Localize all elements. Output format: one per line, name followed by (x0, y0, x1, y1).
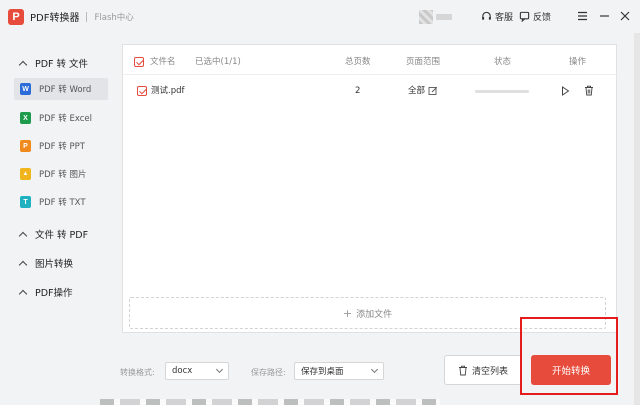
sidebar-item-pdf-to-image[interactable]: ▲ PDF 转 图片 (14, 163, 108, 185)
sidebar-item-label: PDF 转 Excel (39, 114, 92, 124)
select-all-checkbox[interactable] (134, 57, 144, 67)
header-actions: 操作 (569, 57, 587, 67)
header-file-name: 文件名 (150, 57, 176, 67)
sidebar-item-pdf-to-excel[interactable]: X PDF 转 Excel (14, 107, 108, 129)
plus-icon: + (342, 306, 353, 320)
play-icon[interactable] (561, 86, 570, 96)
menu-button[interactable] (575, 9, 589, 23)
ppt-icon: P (20, 140, 31, 152)
clear-list-label: 清空列表 (471, 366, 508, 377)
close-icon (620, 11, 630, 21)
sidebar-group-label: PDF操作 (35, 288, 73, 299)
row-page-range[interactable]: 全部 (408, 84, 425, 98)
header-divider (123, 74, 618, 75)
minimize-button[interactable] (597, 9, 611, 23)
row-file-name: 测试.pdf (151, 86, 185, 96)
header-total-pages: 总页数 (345, 57, 371, 67)
header-page-range: 页面范围 (406, 57, 441, 67)
sidebar-item-pdf-to-txt[interactable]: T PDF 转 TXT (14, 191, 108, 213)
sidebar-group-label: 文件 转 PDF (35, 230, 89, 241)
sidebar-group-label: PDF 转 文件 (35, 59, 89, 70)
chevron-up-icon (18, 289, 28, 298)
sidebar-item-pdf-to-word[interactable]: W PDF 转 Word (14, 78, 108, 100)
header-selected-count: 已选中(1/1) (195, 57, 241, 67)
trash-icon[interactable] (584, 85, 594, 96)
feedback-icon (519, 11, 530, 22)
format-select[interactable]: docx (165, 362, 229, 380)
file-list-panel: 文件名 已选中(1/1) 总页数 页面范围 状态 操作 测试.pdf 2 全部 (122, 44, 618, 333)
background-text-blur (100, 399, 440, 405)
format-value: docx (172, 366, 193, 376)
word-icon: W (20, 83, 31, 95)
sidebar-group-label: 图片转换 (35, 259, 74, 270)
window-edge-strip (634, 33, 640, 405)
highlight-box (520, 317, 618, 395)
chevron-down-icon (370, 365, 379, 374)
excel-icon: X (20, 112, 31, 124)
row-progress-bar (475, 90, 529, 93)
format-label: 转换格式: (120, 368, 155, 377)
minimize-icon (599, 15, 609, 17)
clear-list-button[interactable]: 清空列表 (444, 355, 522, 385)
save-path-select[interactable]: 保存到桌面 (294, 362, 384, 380)
headset-icon (482, 11, 491, 20)
app-subtitle: Flash中心 (94, 12, 134, 23)
chevron-down-icon (215, 365, 224, 374)
support-label: 客服 (495, 13, 514, 23)
hamburger-icon (577, 11, 587, 21)
sidebar-item-label: PDF 转 PPT (39, 142, 85, 152)
title-separator (86, 11, 88, 22)
txt-icon: T (20, 196, 31, 208)
main-area: 文件名 已选中(1/1) 总页数 页面范围 状态 操作 测试.pdf 2 全部 (112, 33, 640, 405)
row-total-pages: 2 (355, 86, 361, 96)
chevron-up-icon (18, 60, 28, 69)
add-file-label: 添加文件 (356, 309, 393, 320)
edit-icon[interactable] (428, 86, 438, 96)
chevron-up-icon (18, 231, 28, 240)
sidebar-item-label: PDF 转 Word (39, 85, 92, 95)
sidebar-group-file-to-pdf[interactable]: 文件 转 PDF (18, 227, 89, 241)
table-header: 文件名 已选中(1/1) 总页数 页面范围 状态 操作 (123, 55, 618, 69)
sidebar-group-image-convert[interactable]: 图片转换 (18, 256, 74, 270)
feedback-button[interactable]: 反馈 (519, 10, 551, 23)
user-avatar[interactable] (419, 10, 433, 24)
row-checkbox[interactable] (137, 86, 147, 96)
close-button[interactable] (618, 9, 632, 23)
app-logo: P (8, 8, 24, 25)
feedback-label: 反馈 (533, 13, 552, 23)
header-status: 状态 (494, 57, 512, 67)
save-path-value: 保存到桌面 (301, 367, 344, 377)
sidebar-item-label: PDF 转 图片 (39, 170, 87, 180)
sidebar-item-label: PDF 转 TXT (39, 198, 86, 208)
image-icon: ▲ (20, 168, 31, 180)
chevron-up-icon (18, 260, 28, 269)
trash-icon (458, 365, 467, 375)
app-title: PDF转换器 (30, 13, 80, 24)
save-path-label: 保存路径: (251, 368, 286, 377)
sidebar-group-pdf-to-file[interactable]: PDF 转 文件 (18, 56, 89, 70)
sidebar: PDF 转 文件 W PDF 转 Word X PDF 转 Excel P PD… (0, 33, 112, 405)
table-row: 测试.pdf 2 全部 (123, 84, 618, 98)
sidebar-group-pdf-operations[interactable]: PDF操作 (18, 285, 73, 299)
user-name-blurred[interactable] (436, 14, 452, 20)
support-button[interactable]: 客服 (481, 10, 513, 23)
sidebar-item-pdf-to-ppt[interactable]: P PDF 转 PPT (14, 135, 108, 157)
